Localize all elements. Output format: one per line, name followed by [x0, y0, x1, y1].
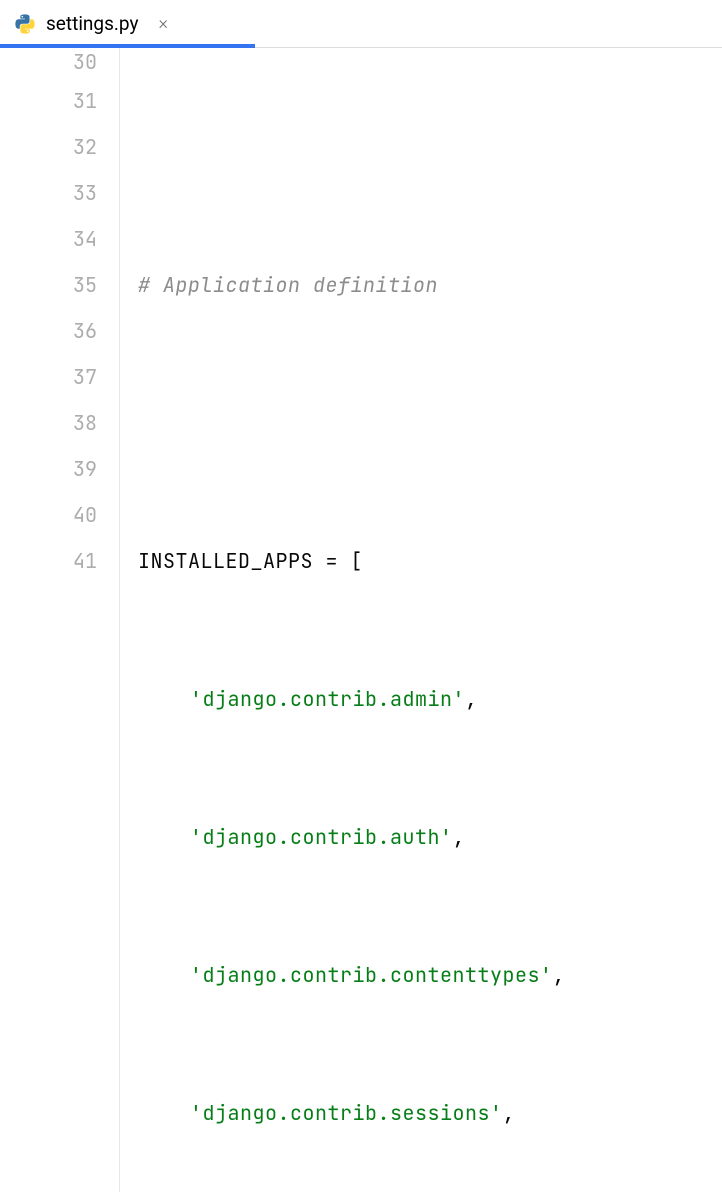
- line-number: 31: [0, 78, 97, 124]
- line-number: 33: [0, 170, 97, 216]
- string-literal: 'django.contrib.sessions': [190, 1100, 503, 1126]
- code-line: 'django.contrib.sessions',: [138, 1090, 722, 1136]
- tab-settings-py[interactable]: settings.py ×: [0, 0, 182, 47]
- line-number-gutter: 30 31 32 33 34 35 36 37 38 39 40 41: [0, 48, 120, 1192]
- python-icon: [14, 13, 36, 35]
- string-literal: 'django.contrib.contenttypes': [190, 962, 553, 988]
- tab-active-underline: [0, 44, 255, 48]
- comment-text: # Application definition: [138, 272, 438, 298]
- line-number: 32: [0, 124, 97, 170]
- code-line: 'django.contrib.contenttypes',: [138, 952, 722, 998]
- string-literal: 'django.contrib.auth': [190, 824, 453, 850]
- line-number: 40: [0, 492, 97, 538]
- line-number: 39: [0, 446, 97, 492]
- line-number: 38: [0, 400, 97, 446]
- tab-label: settings.py: [46, 12, 138, 35]
- code-declaration: INSTALLED_APPS = [: [138, 548, 363, 574]
- line-number: 35: [0, 262, 97, 308]
- tab-bar: settings.py ×: [0, 0, 722, 48]
- line-number: 30: [0, 48, 97, 78]
- comma: ,: [465, 686, 478, 712]
- code-line: [138, 140, 722, 170]
- line-number: 41: [0, 538, 97, 584]
- code-line: [138, 400, 722, 446]
- comma: ,: [553, 962, 566, 988]
- code-line: 'django.contrib.admin',: [138, 676, 722, 722]
- code-line: INSTALLED_APPS = [: [138, 538, 722, 584]
- code-editor[interactable]: 30 31 32 33 34 35 36 37 38 39 40 41 # Ap…: [0, 48, 722, 1192]
- comma: ,: [453, 824, 466, 850]
- code-content[interactable]: # Application definition INSTALLED_APPS …: [120, 48, 722, 1192]
- comma: ,: [503, 1100, 516, 1126]
- close-icon[interactable]: ×: [158, 13, 167, 34]
- line-number: 37: [0, 354, 97, 400]
- code-line: 'django.contrib.auth',: [138, 814, 722, 860]
- line-number: 36: [0, 308, 97, 354]
- line-number: 34: [0, 216, 97, 262]
- code-line: # Application definition: [138, 262, 722, 308]
- string-literal: 'django.contrib.admin': [190, 686, 465, 712]
